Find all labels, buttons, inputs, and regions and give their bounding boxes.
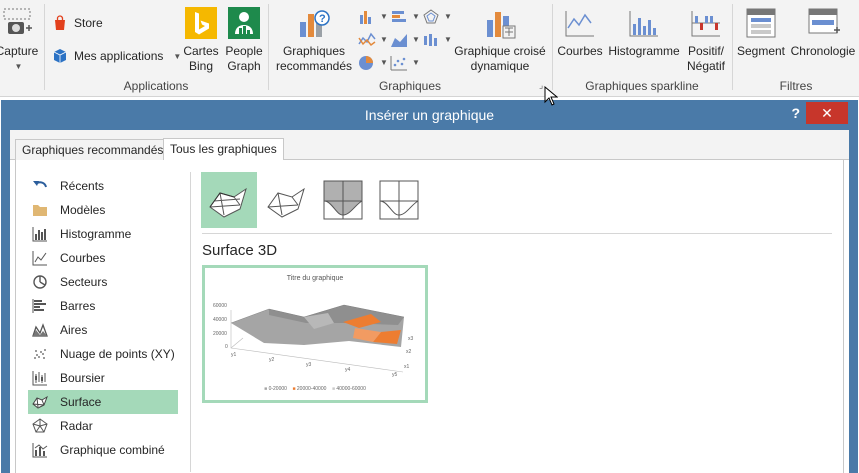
camera-icon [3, 8, 32, 34]
category-radar[interactable]: Radar [28, 414, 178, 438]
subtype-3d-surface[interactable] [201, 172, 257, 228]
category-area[interactable]: Aires [28, 318, 178, 342]
mouse-cursor-icon [544, 86, 558, 106]
capture-label: Capture [0, 44, 39, 58]
category-label: Barres [60, 299, 96, 313]
category-templates[interactable]: Modèles [28, 198, 178, 222]
ribbon: Capture ▼ Store Mes applications ▼ Carte… [0, 0, 859, 106]
category-label: Graphique combiné [60, 443, 165, 457]
category-label: Modèles [60, 203, 106, 217]
category-pie[interactable]: Secteurs [28, 270, 178, 294]
surface-chart-icon [32, 395, 48, 409]
help-button[interactable]: ? [791, 105, 800, 121]
category-label: Aires [60, 323, 88, 337]
applications-group-label: Applications [123, 79, 189, 93]
wireframe-surface-icon [267, 187, 305, 218]
sparklines-group-label: Graphiques sparkline [585, 79, 699, 93]
dialog-body: Graphiques recommandés Tous les graphiqu… [10, 130, 849, 473]
subtype-wireframe-contour[interactable] [371, 172, 427, 228]
bar-chart-icon [32, 299, 46, 313]
filters-group: Filtres [733, 0, 859, 96]
category-label: Surface [60, 395, 102, 409]
legend-swatch-icon: ■ [331, 386, 335, 392]
contour-icon [323, 180, 363, 220]
chart-subtype-title: Surface 3D [202, 242, 278, 259]
category-combo[interactable]: Graphique combiné [28, 438, 178, 462]
dialog-title: Insérer un graphique [364, 107, 495, 123]
dialog-tabs: Graphiques recommandés Tous les graphiqu… [10, 130, 849, 161]
chart-category-list: Récents Modèles Histogramme Courbes Sect… [28, 174, 178, 462]
gallery-divider [202, 233, 832, 234]
sparklines-group: Graphiques sparkline [553, 0, 731, 96]
category-recent[interactable]: Récents [28, 174, 178, 198]
charts-group-label: Graphiques [378, 79, 442, 93]
wireframe-contour-icon [379, 180, 419, 220]
subtype-contour[interactable] [315, 172, 371, 228]
category-stock[interactable]: Boursier [28, 366, 178, 390]
chart-preview[interactable]: Titre du graphique 60000 40000 20000 0 y… [202, 265, 428, 403]
charts-group: Graphiques [269, 0, 551, 96]
category-line[interactable]: Courbes [28, 246, 178, 270]
category-label: Radar [60, 419, 93, 433]
column-chart-icon [32, 227, 47, 242]
all-charts-panel: Récents Modèles Histogramme Courbes Sect… [15, 160, 844, 473]
capture-button[interactable]: Capture ▼ [0, 6, 40, 74]
category-label: Récents [60, 179, 105, 193]
category-label: Histogramme [60, 227, 132, 241]
preview-legend: ■ 0-20000 ■ 20000-40000 ■ 40000-60000 [205, 386, 425, 392]
dialog-titlebar[interactable]: Insérer un graphique ? ✕ [1, 100, 858, 130]
line-chart-icon [32, 251, 47, 266]
category-label: Nuage de points (XY) [60, 347, 175, 361]
legend-swatch-icon: ■ [292, 386, 296, 392]
legend-swatch-icon: ■ [264, 386, 268, 392]
filters-group-label: Filtres [779, 79, 813, 93]
panel-divider [190, 172, 191, 472]
tab-recommended-charts[interactable]: Graphiques recommandés [15, 139, 171, 161]
legend-entry: 40000-60000 [336, 386, 366, 392]
scatter-chart-icon [34, 349, 46, 359]
close-button[interactable]: ✕ [806, 102, 848, 124]
subtype-3d-wireframe-surface[interactable] [259, 172, 315, 228]
category-surface[interactable]: Surface [28, 390, 178, 414]
surface-3d-icon [209, 187, 247, 218]
radar-chart-icon [32, 418, 48, 433]
category-column[interactable]: Histogramme [28, 222, 178, 246]
category-label: Boursier [60, 371, 105, 385]
insert-chart-dialog: Insérer un graphique ? ✕ Graphiques reco… [1, 100, 858, 473]
pie-chart-icon [33, 275, 47, 289]
area-chart-icon [32, 323, 48, 337]
category-bar[interactable]: Barres [28, 294, 178, 318]
combo-chart-icon [32, 443, 48, 458]
preview-surface-plot [230, 304, 405, 373]
legend-entry: 20000-40000 [296, 386, 327, 392]
folder-icon [33, 205, 47, 216]
stock-chart-icon [32, 371, 47, 386]
chevron-down-icon: ▼ [14, 62, 23, 71]
legend-entry: 0-20000 [268, 386, 287, 392]
category-scatter[interactable]: Nuage de points (XY) [28, 342, 178, 366]
tab-all-charts[interactable]: Tous les graphiques [163, 138, 284, 161]
category-label: Courbes [60, 251, 106, 265]
category-label: Secteurs [60, 275, 108, 289]
undo-icon [33, 181, 47, 188]
applications-group: Applications [45, 0, 267, 96]
